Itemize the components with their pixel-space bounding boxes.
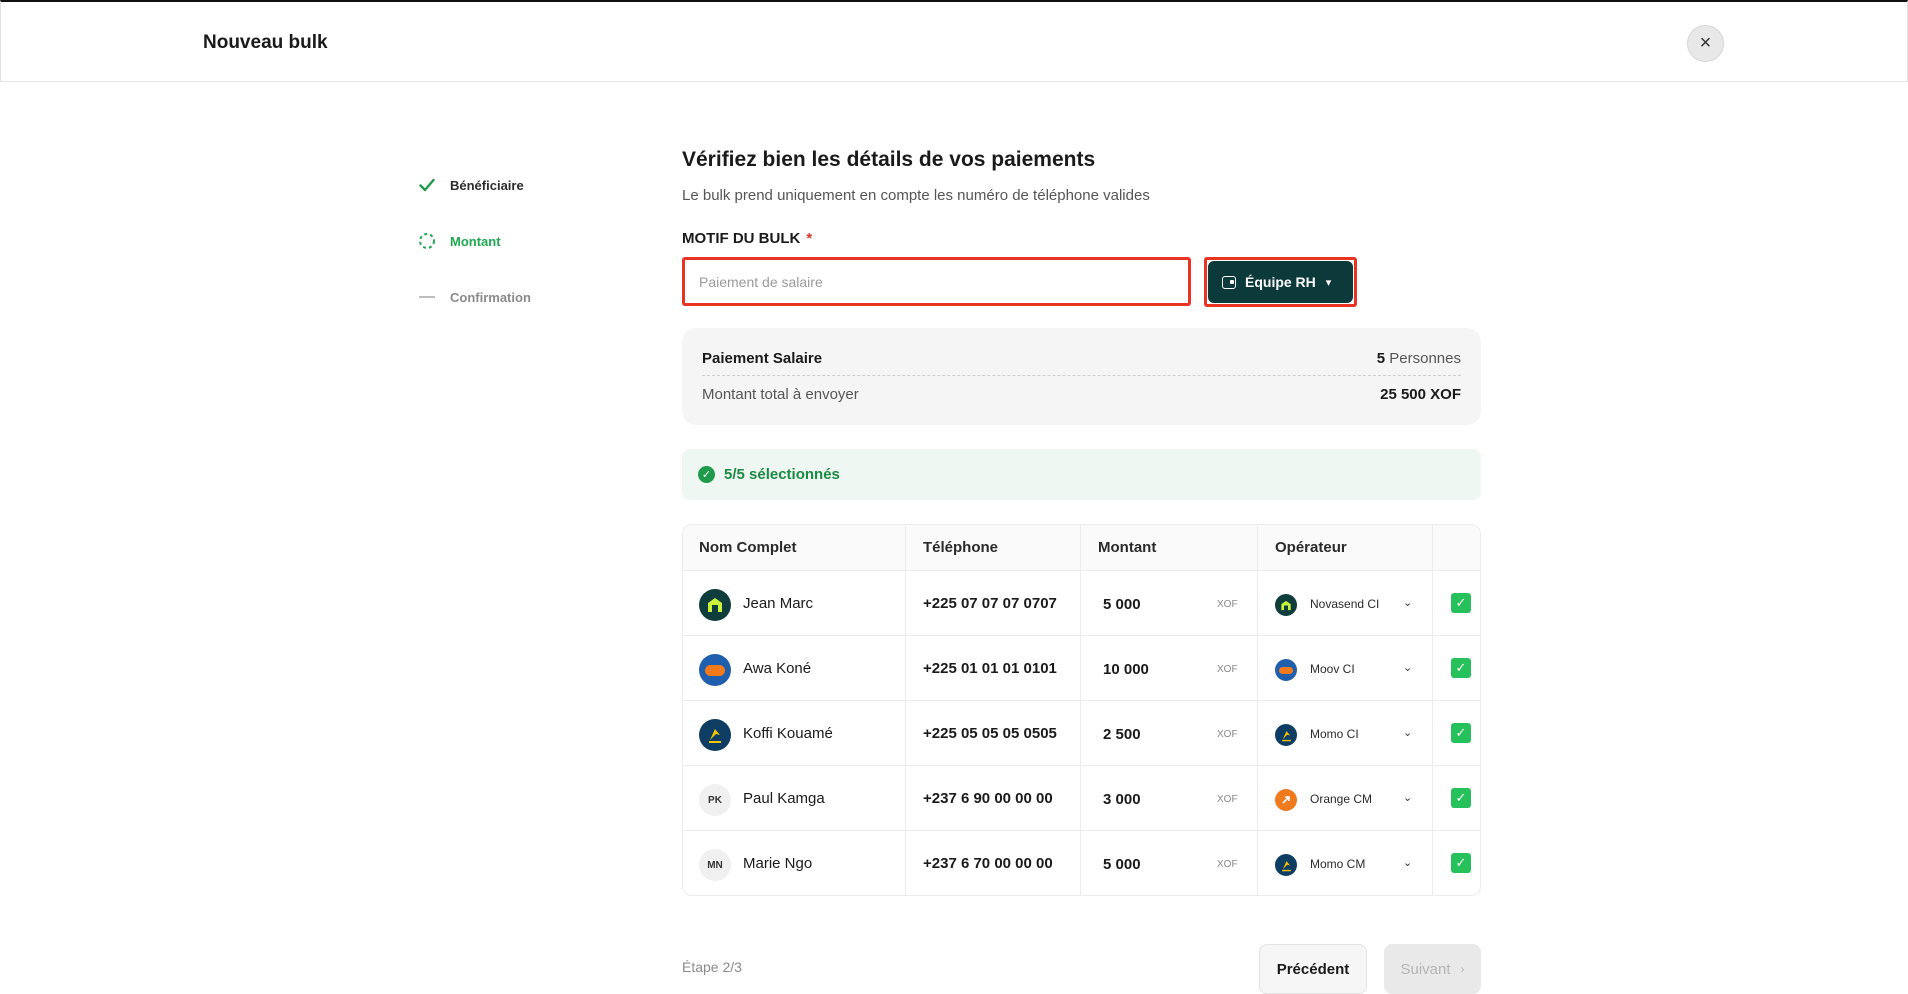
phone-number: +225 07 07 07 0707 bbox=[923, 595, 1057, 612]
close-button[interactable]: × bbox=[1687, 25, 1724, 62]
summary-count: 5 Personnes bbox=[1376, 350, 1461, 367]
header-name: Nom Complet bbox=[699, 539, 797, 556]
currency: XOF bbox=[1217, 664, 1238, 675]
team-select-button[interactable]: Équipe RH ▾ bbox=[1208, 261, 1353, 303]
momo-icon bbox=[1275, 854, 1297, 876]
step-confirmation[interactable]: Confirmation bbox=[418, 288, 531, 306]
loading-icon bbox=[418, 232, 436, 250]
beneficiaries-table: Nom Complet Téléphone Montant Opérateur … bbox=[682, 524, 1481, 896]
step-indicator: Étape 2/3 bbox=[682, 959, 742, 975]
momo-logo-avatar bbox=[699, 719, 731, 751]
beneficiary-name: Awa Koné bbox=[743, 660, 812, 677]
previous-button[interactable]: Précédent bbox=[1259, 944, 1367, 994]
section-subtitle: Le bulk prend uniquement en compte les n… bbox=[682, 187, 1150, 204]
header-amount: Montant bbox=[1098, 539, 1157, 556]
selection-text: 5/5 sélectionnés bbox=[724, 466, 840, 483]
wallet-icon bbox=[1222, 275, 1236, 289]
phone-number: +237 6 90 00 00 00 bbox=[923, 790, 1053, 807]
momo-icon bbox=[1275, 724, 1297, 746]
table-row: MN Marie Ngo +237 6 70 00 00 00 5 000 XO… bbox=[683, 831, 1480, 895]
step-label: Bénéficiaire bbox=[450, 177, 524, 193]
next-button[interactable]: Suivant › bbox=[1384, 944, 1481, 994]
amount-input[interactable]: 10 000 bbox=[1103, 661, 1149, 678]
moov-icon bbox=[1275, 659, 1297, 681]
operator-select[interactable]: Momo CI bbox=[1310, 727, 1359, 741]
motif-label: MOTIF DU BULK * bbox=[682, 230, 813, 247]
phone-number: +225 01 01 01 0101 bbox=[923, 660, 1057, 677]
amount-input[interactable]: 5 000 bbox=[1103, 596, 1141, 613]
initials-avatar: MN bbox=[699, 849, 731, 881]
selection-banner: ✓ 5/5 sélectionnés bbox=[682, 449, 1481, 500]
table-row: PK Paul Kamga +237 6 90 00 00 00 3 000 X… bbox=[683, 766, 1480, 831]
operator-select[interactable]: Novasend CI bbox=[1310, 597, 1379, 611]
currency: XOF bbox=[1217, 859, 1238, 870]
check-circle-icon: ✓ bbox=[698, 466, 715, 483]
chevron-down-icon: ▾ bbox=[1325, 276, 1332, 289]
chevron-down-icon[interactable]: ⌄ bbox=[1403, 596, 1412, 609]
phone-number: +225 05 05 05 0505 bbox=[923, 725, 1057, 742]
novasend-logo-avatar bbox=[699, 589, 731, 621]
dash-icon bbox=[418, 288, 436, 306]
next-button-label: Suivant bbox=[1400, 960, 1451, 978]
operator-select[interactable]: Moov CI bbox=[1310, 662, 1355, 676]
section-title: Vérifiez bien les détails de vos paiemen… bbox=[682, 148, 1096, 171]
amount-input[interactable]: 5 000 bbox=[1103, 856, 1141, 873]
chevron-down-icon[interactable]: ⌄ bbox=[1403, 791, 1412, 804]
operator-select[interactable]: Momo CM bbox=[1310, 857, 1365, 871]
chevron-down-icon[interactable]: ⌄ bbox=[1403, 726, 1412, 739]
table-header: Nom Complet Téléphone Montant Opérateur bbox=[683, 525, 1480, 571]
top-bar: Nouveau bulk × bbox=[0, 0, 1908, 82]
header-phone: Téléphone bbox=[923, 539, 999, 556]
close-icon: × bbox=[1699, 32, 1712, 54]
chevron-down-icon[interactable]: ⌄ bbox=[1403, 856, 1412, 869]
chevron-down-icon[interactable]: ⌄ bbox=[1403, 661, 1412, 674]
check-icon bbox=[418, 176, 436, 194]
amount-input[interactable]: 3 000 bbox=[1103, 791, 1141, 808]
required-mark: * bbox=[806, 230, 813, 247]
chevron-right-icon: › bbox=[1460, 962, 1465, 976]
row-checkbox[interactable]: ✓ bbox=[1451, 788, 1471, 808]
step-label: Confirmation bbox=[450, 289, 531, 305]
beneficiary-name: Paul Kamga bbox=[743, 790, 825, 807]
header-operator: Opérateur bbox=[1275, 539, 1347, 556]
currency: XOF bbox=[1217, 599, 1238, 610]
amount-input[interactable]: 2 500 bbox=[1103, 726, 1141, 743]
beneficiary-name: Koffi Kouamé bbox=[743, 725, 833, 742]
beneficiary-name: Jean Marc bbox=[743, 595, 814, 612]
row-checkbox[interactable]: ✓ bbox=[1451, 723, 1471, 743]
motif-input[interactable] bbox=[682, 257, 1191, 306]
currency: XOF bbox=[1217, 729, 1238, 740]
phone-number: +237 6 70 00 00 00 bbox=[923, 855, 1053, 872]
row-checkbox[interactable]: ✓ bbox=[1451, 593, 1471, 613]
operator-select[interactable]: Orange CM bbox=[1310, 792, 1372, 806]
team-button-label: Équipe RH bbox=[1245, 274, 1316, 290]
novasend-icon bbox=[1275, 594, 1297, 616]
row-checkbox[interactable]: ✓ bbox=[1451, 853, 1471, 873]
page-title: Nouveau bulk bbox=[203, 32, 328, 53]
table-row: Awa Koné +225 01 01 01 0101 10 000 XOF M… bbox=[683, 636, 1480, 701]
initials-avatar: PK bbox=[699, 784, 731, 816]
total-label: Montant total à envoyer bbox=[702, 386, 859, 403]
total-value: 25 500 XOF bbox=[1380, 386, 1461, 403]
step-beneficiaire[interactable]: Bénéficiaire bbox=[418, 176, 524, 194]
row-checkbox[interactable]: ✓ bbox=[1451, 658, 1471, 678]
table-row: Koffi Kouamé +225 05 05 05 0505 2 500 XO… bbox=[683, 701, 1480, 766]
summary-card: Paiement Salaire 5 Personnes Montant tot… bbox=[682, 328, 1481, 425]
step-montant[interactable]: Montant bbox=[418, 232, 501, 250]
table-row: Jean Marc +225 07 07 07 0707 5 000 XOF N… bbox=[683, 571, 1480, 636]
currency: XOF bbox=[1217, 794, 1238, 805]
orange-icon bbox=[1275, 789, 1297, 811]
summary-label: Paiement Salaire bbox=[702, 350, 823, 367]
beneficiary-name: Marie Ngo bbox=[743, 855, 813, 872]
step-label: Montant bbox=[450, 233, 501, 249]
moov-logo-avatar bbox=[699, 654, 731, 686]
